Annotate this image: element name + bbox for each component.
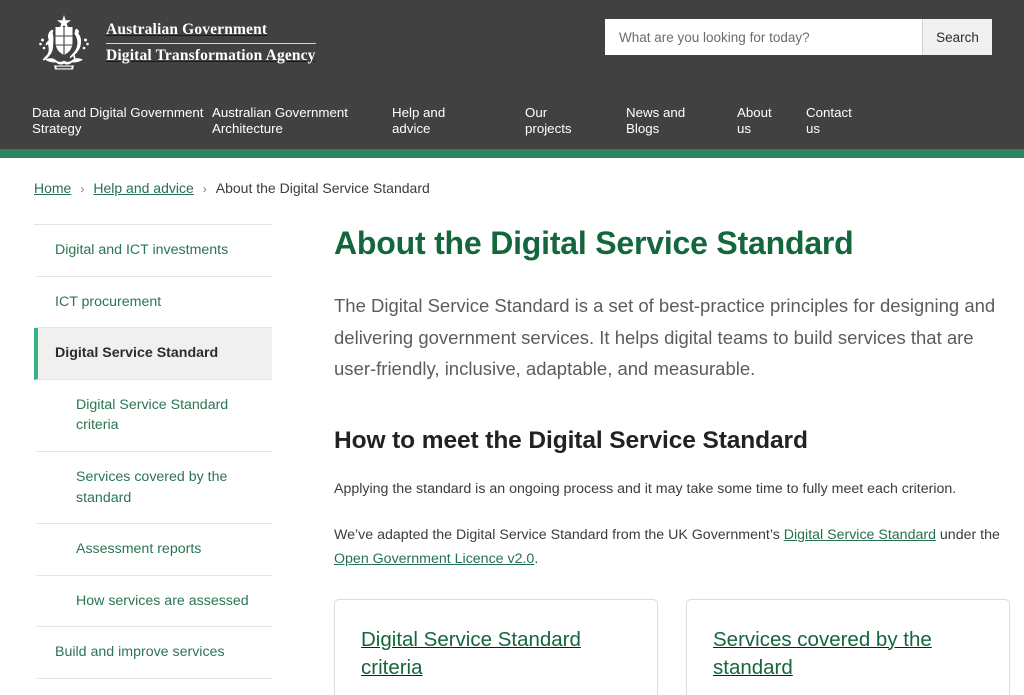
card-title: Digital Service Standard criteria [361,627,581,679]
search-input[interactable] [605,19,922,55]
brand-line-agency: Digital Transformation Agency [106,46,316,64]
breadcrumb-help-and-advice[interactable]: Help and advice [93,180,193,196]
page-title: About the Digital Service Standard [334,225,854,261]
card-digital-service-standard-criteria[interactable]: Digital Service Standard criteria [334,598,658,695]
site-search: Search [605,19,992,55]
related-cards: Digital Service Standard criteria Servic… [334,598,1010,695]
paragraph-applying-the-standard: Applying the standard is an ongoing proc… [334,481,957,498]
search-button[interactable]: Search [922,19,992,55]
page-body: Digital and ICT investments ICT procurem… [0,196,1024,695]
accent-bar [0,149,1024,158]
breadcrumb-separator-icon: › [202,182,207,196]
sidebar-item-services-covered-by-the-standard[interactable]: Services covered by the standard [34,451,272,525]
nav-item-our-projects[interactable]: Our projects [525,95,626,136]
sidebar-item-digital-capability-assessment[interactable]: Digital Capability Assessment [34,678,272,695]
nav-item-data-and-digital-government-strategy[interactable]: Data and Digital Government Strategy [32,95,212,136]
breadcrumb-separator-icon: › [80,182,85,196]
brand-line-australian-government: Australian Government [106,21,316,44]
australian-coat-of-arms-icon [32,12,96,74]
nav-item-news-and-blogs[interactable]: News and Blogs [626,95,737,136]
sidebar-item-assessment-reports[interactable]: Assessment reports [34,524,272,576]
breadcrumb-home[interactable]: Home [34,180,71,196]
card-services-covered-by-the-standard[interactable]: Services covered by the standard [686,598,1010,695]
sidebar-item-build-and-improve-services[interactable]: Build and improve services [34,627,272,679]
site-logo-link[interactable]: Australian Government Digital Transforma… [32,12,316,74]
card-title: Services covered by the standard [713,627,932,679]
section-heading-how-to-meet: How to meet the Digital Service Standard [334,426,808,454]
sidebar-item-ict-procurement[interactable]: ICT procurement [34,276,272,329]
nav-item-help-and-advice[interactable]: Help and advice [392,95,525,136]
nav-item-contact-us[interactable]: Contact us [806,95,886,136]
sidebar-item-digital-service-standard[interactable]: Digital Service Standard [34,328,272,380]
masthead: Australian Government Digital Transforma… [0,0,1024,95]
brand-text: Australian Government Digital Transforma… [106,21,316,65]
sidebar-item-digital-and-ict-investments[interactable]: Digital and ICT investments [34,225,272,277]
breadcrumb: Home › Help and advice › About the Digit… [0,158,1024,196]
breadcrumb-current: About the Digital Service Standard [215,180,430,196]
text-before-link: We’ve adapted the Digital Service Standa… [334,527,784,544]
primary-navigation: Data and Digital Government Strategy Aus… [0,95,1024,149]
main-content: About the Digital Service Standard The D… [272,224,1024,695]
link-uk-digital-service-standard[interactable]: Digital Service Standard [784,527,936,543]
nav-item-about-us[interactable]: About us [737,95,806,136]
text-after-link: . [534,551,539,568]
paragraph-adapted-from-uk: We’ve adapted the Digital Service Standa… [334,524,1010,572]
link-open-government-licence[interactable]: Open Government Licence v2.0 [334,551,534,567]
lead-paragraph: The Digital Service Standard is a set of… [334,295,996,380]
sidebar-item-how-services-are-assessed[interactable]: How services are assessed [34,575,272,628]
sidebar-item-digital-service-standard-criteria[interactable]: Digital Service Standard criteria [34,379,272,452]
nav-item-australian-government-architecture[interactable]: Australian Government Architecture [212,95,392,136]
text-between-links: under the [935,527,1000,544]
section-navigation: Digital and ICT investments ICT procurem… [34,224,272,695]
